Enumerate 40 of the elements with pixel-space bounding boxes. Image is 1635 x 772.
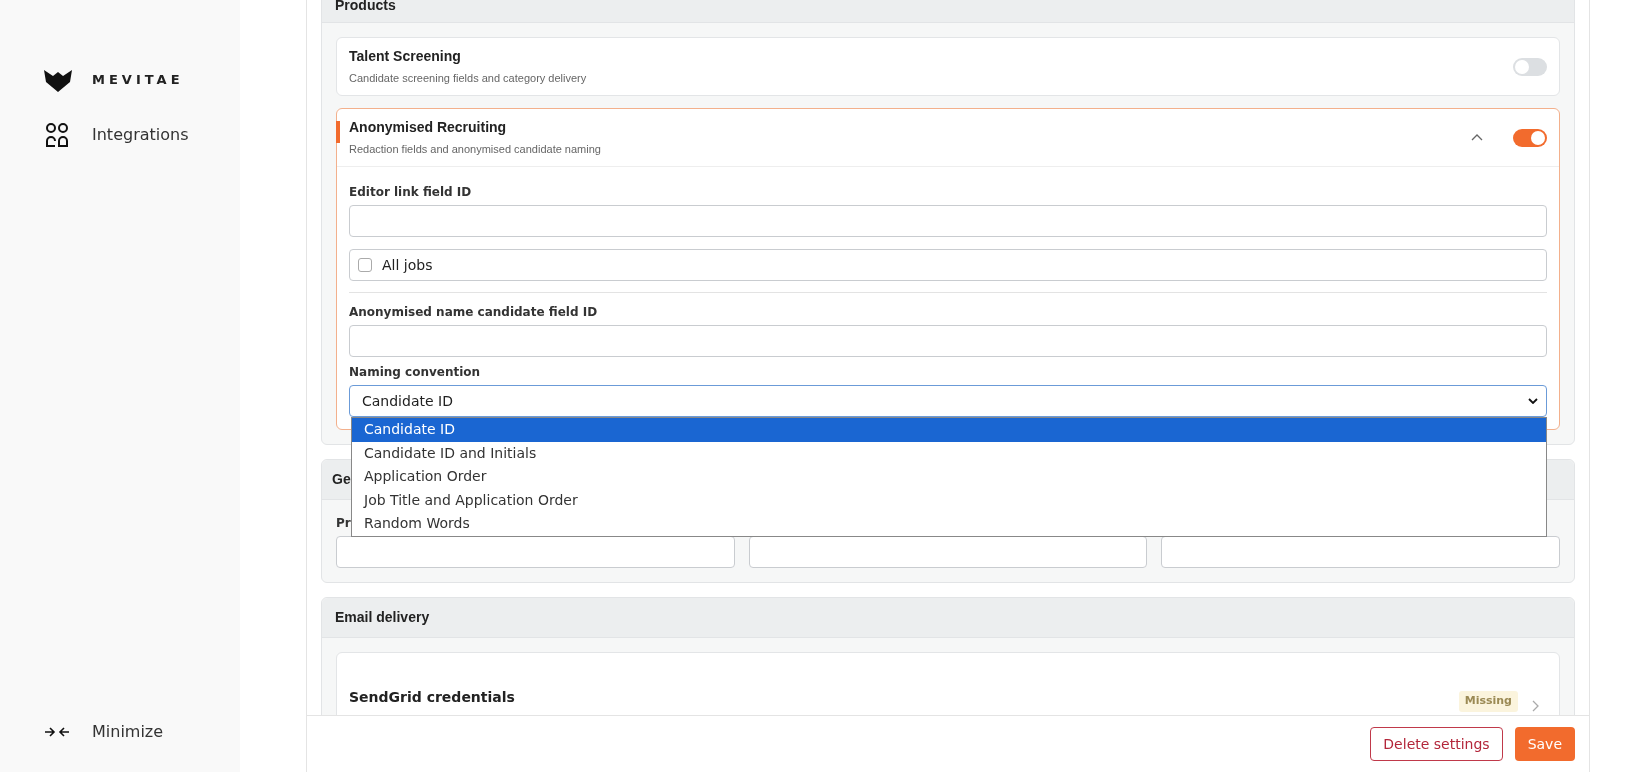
dropdown-option[interactable]: Application Order <box>352 465 1546 489</box>
product-title: Talent Screening <box>349 47 462 67</box>
dropdown-option[interactable]: Job Title and Application Order <box>352 488 1546 512</box>
logo-text: MEVITAE <box>92 71 184 90</box>
dropdown-option[interactable]: Candidate ID and Initials <box>352 441 1546 465</box>
dropdown-field[interactable]: Candidate ID <box>349 385 1547 417</box>
people-icon <box>44 122 70 148</box>
section-title: Products <box>322 0 1574 23</box>
collapse-icon <box>44 726 70 738</box>
delete-button[interactable]: Delete settings <box>1370 727 1503 761</box>
input-field[interactable] <box>349 325 1547 357</box>
checkbox[interactable] <box>358 258 372 272</box>
input-field[interactable] <box>748 536 1148 568</box>
dropdown-option[interactable]: Candidate ID <box>352 418 1546 442</box>
minimize-button[interactable]: Minimize <box>44 720 240 744</box>
credential-card[interactable]: SendGrid credentials Missing <box>336 652 1560 715</box>
toggle-switch[interactable] <box>1513 57 1547 76</box>
input-field[interactable] <box>1161 536 1560 568</box>
status-badge: Missing <box>1458 691 1518 712</box>
section-title: Email delivery <box>322 598 1574 638</box>
product-description: Redaction fields and anonymised candidate naming <box>349 142 602 158</box>
field-label: Anonymised name candidate field ID <box>349 304 599 321</box>
checkbox-label: All jobs <box>382 255 433 275</box>
input-field[interactable] <box>349 205 1547 237</box>
nav-item[interactable]: Integrations <box>44 122 240 148</box>
logo-icon <box>44 68 72 92</box>
active-marker <box>336 121 340 143</box>
dropdown-option[interactable]: Random Words <box>352 512 1546 536</box>
credential-title: SendGrid credentials <box>349 688 516 707</box>
field-label: Editor link field ID <box>349 184 473 201</box>
field-label: Naming convention <box>349 364 482 381</box>
toggle-switch[interactable] <box>1513 128 1547 147</box>
checkbox-row[interactable]: All jobs <box>349 249 1547 281</box>
product-title: Anonymised Recruiting <box>349 118 508 138</box>
chevron-right-icon <box>1532 700 1539 712</box>
chevron-up-icon[interactable] <box>1471 134 1483 141</box>
input-field[interactable] <box>336 536 735 568</box>
caret-icon <box>1528 398 1538 404</box>
product-description: Candidate screening fields and category delivery <box>349 71 588 87</box>
field-label: Pr <box>336 515 351 532</box>
